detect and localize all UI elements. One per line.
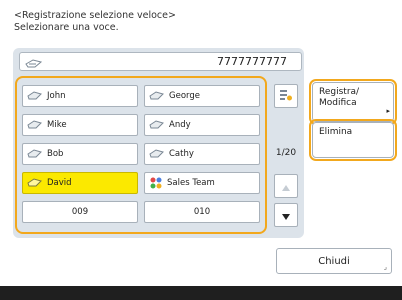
- header-title: <Registrazione selezione veloce>: [14, 10, 176, 21]
- entry-009[interactable]: 009: [22, 201, 138, 223]
- entry-mike[interactable]: Mike: [22, 114, 138, 136]
- entry-010[interactable]: 010: [144, 201, 260, 223]
- entry-david[interactable]: David: [22, 172, 138, 194]
- arrow-down-icon: [281, 206, 291, 225]
- register-edit-button[interactable]: Registra/ Modifica ▸: [309, 79, 397, 125]
- entry-label: John: [47, 91, 66, 101]
- entry-label: Mike: [47, 120, 67, 130]
- group-icon: [149, 177, 163, 189]
- entry-grid: John George Mike Andy Bob Cathy David Sa…: [15, 76, 267, 234]
- close-label: Chiudi: [318, 255, 350, 267]
- register-label-line1: Registra/: [319, 87, 360, 97]
- contact-icon: [27, 178, 43, 188]
- entry-label: Bob: [47, 149, 64, 159]
- header-instruction: Selezionare una voce.: [14, 22, 119, 33]
- contact-icon: [149, 91, 165, 101]
- contact-icon: [27, 120, 43, 130]
- contact-icon: [27, 149, 43, 159]
- entry-label: Sales Team: [167, 178, 215, 188]
- entry-label: 010: [193, 207, 211, 217]
- page-down-button[interactable]: [274, 203, 298, 227]
- corner-icon: ⌟: [383, 263, 387, 271]
- entry-label: George: [169, 91, 200, 101]
- entry-john[interactable]: John: [22, 85, 138, 107]
- entry-bob[interactable]: Bob: [22, 143, 138, 165]
- arrow-up-icon: [281, 177, 291, 196]
- entry-label: Andy: [169, 120, 191, 130]
- header: <Registrazione selezione veloce> Selezio…: [14, 10, 176, 34]
- destination-number: 7777777777: [217, 55, 287, 68]
- contact-icon: [149, 120, 165, 130]
- contact-icon: [149, 149, 165, 159]
- detail-icon: [279, 87, 293, 106]
- close-button[interactable]: Chiudi ⌟: [276, 248, 392, 274]
- entry-george[interactable]: George: [144, 85, 260, 107]
- detail-button[interactable]: [274, 84, 298, 108]
- chevron-right-icon: ▸: [386, 107, 390, 115]
- entry-andy[interactable]: Andy: [144, 114, 260, 136]
- entry-label: 009: [71, 207, 89, 217]
- entry-label: Cathy: [169, 149, 194, 159]
- status-bar: [0, 286, 402, 300]
- address-book-icon: [25, 55, 43, 74]
- delete-label: Elimina: [319, 127, 353, 137]
- entry-sales-team[interactable]: Sales Team: [144, 172, 260, 194]
- contact-icon: [27, 91, 43, 101]
- page-indicator: 1/20: [275, 148, 297, 158]
- page-up-button[interactable]: [274, 174, 298, 198]
- delete-button[interactable]: Elimina: [309, 119, 397, 161]
- entry-label: David: [47, 178, 72, 188]
- destination-field: 7777777777: [19, 52, 302, 71]
- register-label-line2: Modifica: [319, 98, 357, 108]
- pager: 1/20: [272, 76, 300, 234]
- entry-cathy[interactable]: Cathy: [144, 143, 260, 165]
